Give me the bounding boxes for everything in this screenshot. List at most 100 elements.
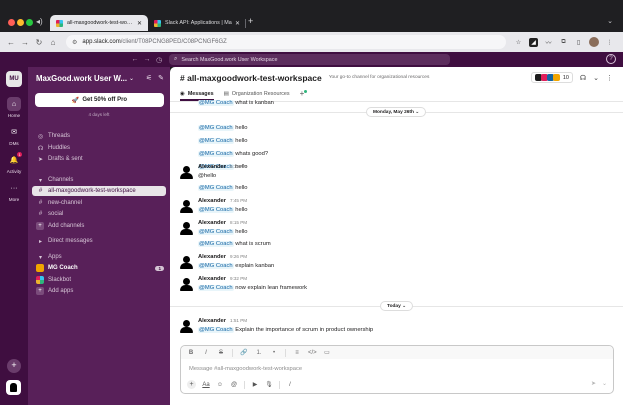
date-divider-button[interactable]: Today ⌄ — [380, 301, 414, 311]
message-author[interactable]: Alexander — [198, 198, 226, 204]
bold-button[interactable]: B — [187, 350, 195, 356]
compose-icon[interactable]: ✎ — [158, 74, 164, 82]
mention[interactable]: @MG Coach — [198, 285, 234, 291]
rail-item-dms[interactable]: ✉ DMs — [0, 125, 28, 146]
add-workspace-button[interactable]: + — [7, 359, 21, 373]
mention[interactable]: @MG Coach — [198, 327, 234, 333]
channel-topic[interactable]: Your go-to channel for organizational re… — [329, 75, 430, 80]
message-time[interactable]: 9:26 PM — [230, 254, 247, 259]
mention[interactable]: @MG Coach — [198, 100, 234, 106]
window-minimize-button[interactable] — [17, 19, 24, 26]
mention[interactable]: @MG Coach — [198, 241, 234, 247]
code-icon[interactable]: </> — [308, 350, 317, 356]
message-author[interactable]: Alexander — [198, 276, 226, 282]
message-time[interactable]: 1:51 PM — [230, 318, 247, 323]
rail-item-home[interactable]: ⌂ Home — [0, 97, 28, 118]
avatar[interactable] — [180, 222, 193, 235]
avatar[interactable] — [180, 166, 193, 179]
avatar[interactable] — [180, 256, 193, 269]
slash-command-icon[interactable]: / — [286, 382, 294, 388]
message-input[interactable]: Message #all-maxgoodwork-test-workspace — [189, 366, 302, 372]
add-tab-button[interactable]: + — [300, 88, 308, 101]
tab-close-icon[interactable]: ✕ — [235, 20, 240, 27]
history-clock-icon[interactable]: ◷ — [153, 56, 165, 64]
dm-section-header[interactable]: ▸ Direct messages — [36, 236, 164, 246]
text-format-icon[interactable]: Aa — [202, 382, 210, 388]
mention[interactable]: @MG Coach — [198, 263, 234, 269]
forward-icon[interactable]: → — [18, 38, 32, 47]
video-icon[interactable]: ▶ — [251, 381, 259, 388]
apps-section-header[interactable]: ▾ Apps — [36, 252, 164, 262]
link-icon[interactable]: 🔗 — [240, 349, 248, 356]
home-icon[interactable]: ⌂ — [46, 38, 60, 47]
sidebar-app-slackbot[interactable]: Slackbot — [36, 275, 164, 285]
extension-icon[interactable]: ◢ — [529, 37, 538, 47]
message-time[interactable]: 9:32 PM — [230, 276, 247, 281]
mention[interactable]: @MG Coach — [198, 125, 234, 131]
site-info-icon[interactable]: ⚙ — [72, 39, 77, 46]
message-time[interactable]: 7:45 PM — [230, 198, 247, 203]
members-button[interactable]: 10 — [530, 72, 573, 83]
window-close-button[interactable] — [8, 19, 15, 26]
avatar[interactable] — [180, 278, 193, 291]
new-tab-button[interactable]: + — [248, 16, 253, 26]
attach-plus-icon[interactable]: + — [187, 380, 196, 389]
reload-icon[interactable]: ↻ — [32, 38, 46, 47]
ordered-list-icon[interactable]: 1. — [255, 350, 263, 356]
microphone-icon[interactable]: 🎙 — [265, 381, 273, 388]
help-icon[interactable]: ? — [606, 54, 616, 64]
workspace-search-input[interactable]: ⌕ Search MaxGood.work User Workspace — [169, 54, 450, 65]
send-icon[interactable]: ➤ — [591, 380, 596, 387]
workspace-header[interactable]: MaxGood.work User W... ⌄ ⚟ ✎ — [36, 72, 164, 84]
browser-tab-slack-api[interactable]: Slack API: Applications | Ma ✕ — [148, 15, 246, 31]
upgrade-pro-button[interactable]: 🚀 Get 50% off Pro — [35, 93, 164, 107]
code-block-icon[interactable]: ▭ — [323, 349, 331, 356]
message-author[interactable]: Alexander — [198, 164, 226, 170]
browser-menu-icon[interactable]: ⋮ — [605, 38, 614, 47]
rail-item-more[interactable]: ··· More — [0, 181, 28, 203]
extension-icon[interactable]: 〰 — [544, 38, 553, 47]
tab-close-icon[interactable]: ✕ — [137, 20, 142, 27]
history-back-icon[interactable]: ← — [129, 56, 141, 63]
mention[interactable]: @MG Coach — [198, 138, 234, 144]
add-channels-button[interactable]: + Add channels — [36, 221, 164, 231]
avatar[interactable] — [180, 200, 193, 213]
mention-icon[interactable]: @ — [230, 382, 238, 388]
strikethrough-button[interactable]: S — [217, 350, 225, 356]
add-apps-button[interactable]: + Add apps — [36, 286, 164, 296]
mention[interactable]: @MG Coach — [198, 151, 234, 157]
back-icon[interactable]: ← — [4, 38, 18, 47]
sidebar-channel-new-channel[interactable]: # new-channel — [36, 198, 164, 208]
message-time[interactable]: 5:13 PM — [230, 164, 247, 169]
message-author[interactable]: Alexander — [198, 220, 226, 226]
message-author[interactable]: Alexander — [198, 254, 226, 260]
bookmark-star-icon[interactable]: ☆ — [514, 38, 523, 47]
bullet-list-icon[interactable]: • — [270, 350, 278, 356]
extensions-puzzle-icon[interactable]: ⧉ — [559, 38, 568, 47]
mention[interactable]: @MG Coach — [198, 229, 234, 235]
message-author[interactable]: Alexander — [198, 318, 226, 324]
more-options-icon[interactable]: ⋮ — [606, 74, 613, 82]
chevron-down-icon[interactable]: ⌄ — [593, 74, 599, 82]
blockquote-icon[interactable]: ≡ — [293, 350, 301, 356]
italic-button[interactable]: I — [202, 350, 210, 356]
rail-item-activity[interactable]: 🔔 1 Activity — [0, 152, 28, 174]
sidebar-item-threads[interactable]: ◎ Threads — [36, 131, 164, 141]
user-avatar[interactable] — [6, 380, 21, 395]
sidebar-item-huddles[interactable]: ☊ Huddles — [36, 143, 164, 153]
mention[interactable]: @MG Coach — [198, 207, 234, 213]
filter-icon[interactable]: ⚟ — [146, 74, 152, 82]
avatar[interactable] — [180, 320, 193, 333]
sidebar-channel-social[interactable]: # social — [36, 209, 164, 219]
sidebar-app-mg-coach[interactable]: MG Coach 1 — [36, 263, 164, 273]
channels-section-header[interactable]: ▾ Channels — [36, 175, 164, 185]
date-divider-button[interactable]: Monday, May 26th ⌄ — [366, 107, 427, 117]
history-forward-icon[interactable]: → — [141, 56, 153, 63]
sidebar-item-drafts[interactable]: ➤ Drafts & sent — [36, 154, 164, 164]
message-time[interactable]: 8:15 PM — [230, 220, 247, 225]
audio-icon[interactable]: ◂) — [36, 17, 43, 26]
tab-search-icon[interactable]: ⌄ — [607, 17, 613, 25]
browser-tab-slack-channel[interactable]: all-maxgoodwork-test-works ✕ — [50, 15, 148, 31]
emoji-icon[interactable]: ☺ — [216, 382, 224, 388]
mention[interactable]: @MG Coach — [198, 185, 234, 191]
